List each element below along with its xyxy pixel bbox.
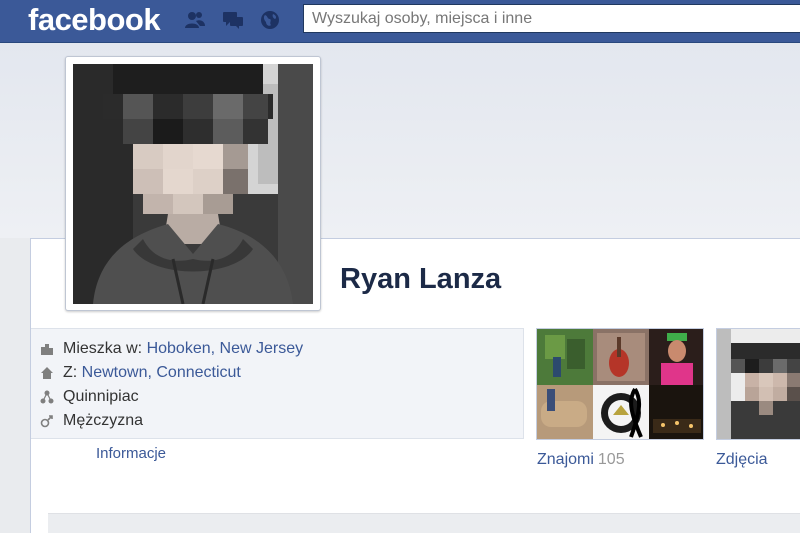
friends-label-text[interactable]: Znajomi xyxy=(537,451,594,468)
messages-icon[interactable] xyxy=(221,9,245,31)
male-symbol-icon xyxy=(40,414,54,428)
network-icon xyxy=(40,390,54,404)
photos-tile[interactable] xyxy=(716,328,800,440)
gender-row: Mężczyzna xyxy=(40,410,143,432)
lives-in-row: Mieszka w: Hoboken, New Jersey xyxy=(40,338,303,360)
about-info-link[interactable]: Informacje xyxy=(96,445,166,462)
top-bar: facebook xyxy=(0,0,800,43)
photos-label[interactable]: Zdjęcia xyxy=(716,451,768,469)
home-icon xyxy=(40,366,54,380)
gender-text: Mężczyzna xyxy=(63,412,144,429)
friends-collage xyxy=(537,329,703,439)
school-row: Quinnipiac xyxy=(40,386,139,408)
from-row: Z: Newtown, Connecticut xyxy=(40,362,241,384)
photos-thumbnail-pixelated xyxy=(717,329,800,439)
friend-requests-icon[interactable] xyxy=(183,9,207,31)
profile-name[interactable]: Ryan Lanza xyxy=(340,263,501,296)
lower-section-bar xyxy=(48,513,800,533)
from-link[interactable]: Newtown, Connecticut xyxy=(82,364,241,382)
city-buildings-icon xyxy=(40,342,54,356)
lives-in-label: Mieszka w: xyxy=(63,340,147,357)
school-text: Quinnipiac xyxy=(63,388,139,405)
lives-in-link[interactable]: Hoboken, New Jersey xyxy=(147,340,304,358)
profile-picture[interactable] xyxy=(65,56,321,311)
friends-count: 105 xyxy=(597,451,625,468)
notifications-globe-icon[interactable] xyxy=(258,9,282,31)
friends-label[interactable]: Znajomi 105 xyxy=(537,451,625,469)
facebook-logo[interactable]: facebook xyxy=(28,2,161,38)
search-input[interactable] xyxy=(303,4,800,33)
friends-tile[interactable] xyxy=(536,328,704,440)
from-label: Z: xyxy=(63,364,82,381)
profile-photo-pixelated xyxy=(73,64,313,304)
